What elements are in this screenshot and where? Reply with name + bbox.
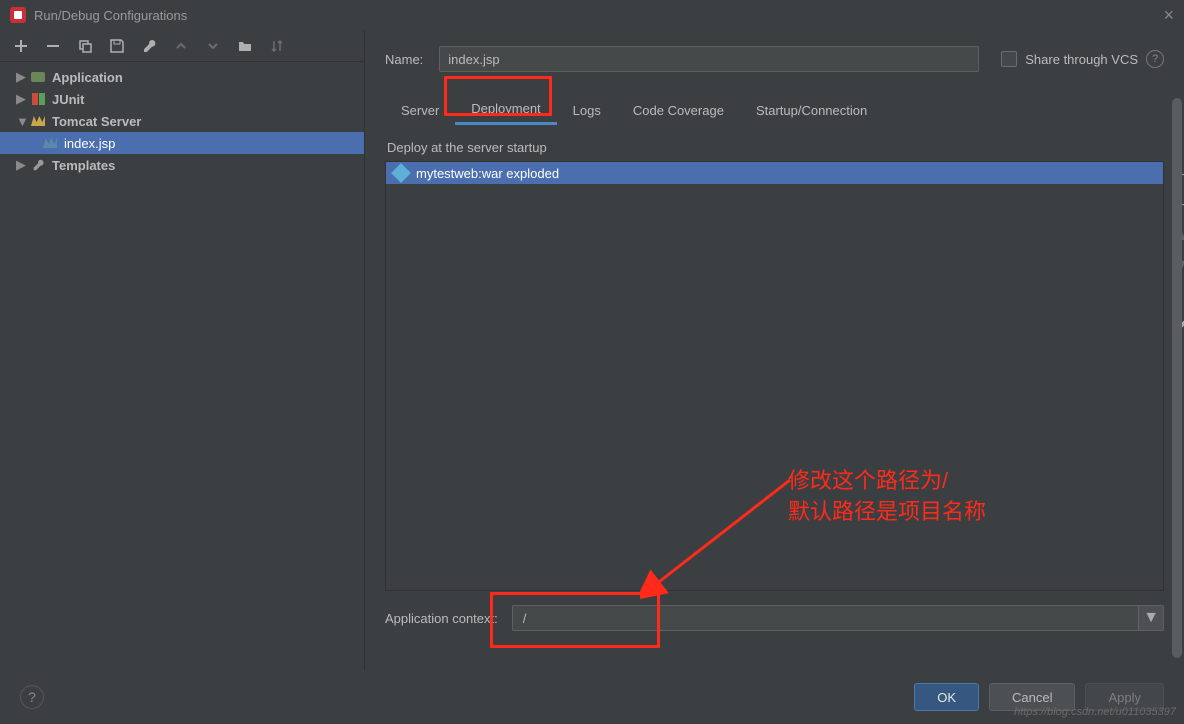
application-icon (30, 69, 46, 85)
sidebar: ▶ Application ▶ JUnit ▼ Tomcat Server in… (0, 30, 365, 670)
config-tree: ▶ Application ▶ JUnit ▼ Tomcat Server in… (0, 62, 364, 176)
tomcat-run-icon (42, 135, 58, 151)
artifact-icon (391, 163, 411, 183)
junit-icon (30, 91, 46, 107)
window-title: Run/Debug Configurations (34, 8, 187, 23)
context-input[interactable] (512, 605, 1138, 631)
share-vcs-label: Share through VCS (1025, 52, 1138, 67)
up-icon[interactable] (172, 37, 190, 55)
chevron-down-icon: ▼ (16, 114, 28, 129)
deploy-list[interactable]: mytestweb:war exploded + − ▲ ▼ (385, 161, 1164, 591)
down-icon[interactable] (204, 37, 222, 55)
main-panel: Name: Share through VCS ? Server Deploym… (365, 30, 1184, 670)
tab-code-coverage[interactable]: Code Coverage (617, 97, 740, 124)
copy-icon[interactable] (76, 37, 94, 55)
share-vcs-checkbox[interactable] (1001, 51, 1017, 67)
close-icon[interactable]: × (1163, 5, 1174, 26)
deployment-panel: Deploy at the server startup mytestweb:w… (385, 134, 1164, 631)
templates-icon (30, 157, 46, 173)
save-icon[interactable] (108, 37, 126, 55)
chevron-right-icon: ▶ (16, 157, 28, 173)
footer-help-icon[interactable]: ? (20, 685, 44, 709)
tab-logs[interactable]: Logs (557, 97, 617, 124)
name-label: Name: (385, 52, 423, 67)
name-input[interactable] (439, 46, 979, 72)
context-dropdown-icon[interactable]: ▼ (1138, 605, 1164, 631)
remove-icon[interactable] (44, 37, 62, 55)
add-icon[interactable] (12, 37, 30, 55)
tree-item-tomcat[interactable]: ▼ Tomcat Server (0, 110, 364, 132)
sort-icon[interactable] (268, 37, 286, 55)
tree-item-templates[interactable]: ▶ Templates (0, 154, 364, 176)
titlebar: Run/Debug Configurations × (0, 0, 1184, 30)
tree-item-application[interactable]: ▶ Application (0, 66, 364, 88)
help-icon[interactable]: ? (1146, 50, 1164, 68)
deploy-artifact-item[interactable]: mytestweb:war exploded (386, 162, 1163, 184)
tab-bar: Server Deployment Logs Code Coverage Sta… (385, 94, 1164, 126)
tab-deployment[interactable]: Deployment (455, 95, 556, 125)
app-icon (10, 7, 26, 23)
tab-server[interactable]: Server (385, 97, 455, 124)
tab-startup-connection[interactable]: Startup/Connection (740, 97, 883, 124)
tomcat-icon (30, 113, 46, 129)
tree-item-index-jsp[interactable]: index.jsp (0, 132, 364, 154)
watermark: https://blog.csdn.net/u011035397 (1014, 706, 1176, 718)
folder-icon[interactable] (236, 37, 254, 55)
artifact-label: mytestweb:war exploded (416, 166, 559, 181)
sidebar-toolbar (0, 30, 364, 62)
scrollbar[interactable] (1172, 98, 1182, 698)
footer: ? OK Cancel Apply (0, 670, 1184, 724)
context-label: Application context: (385, 611, 498, 626)
ok-button[interactable]: OK (914, 683, 979, 711)
panel-heading: Deploy at the server startup (385, 134, 1164, 161)
wrench-icon[interactable] (140, 37, 158, 55)
chevron-right-icon: ▶ (16, 69, 28, 85)
chevron-right-icon: ▶ (16, 91, 28, 107)
tree-item-junit[interactable]: ▶ JUnit (0, 88, 364, 110)
